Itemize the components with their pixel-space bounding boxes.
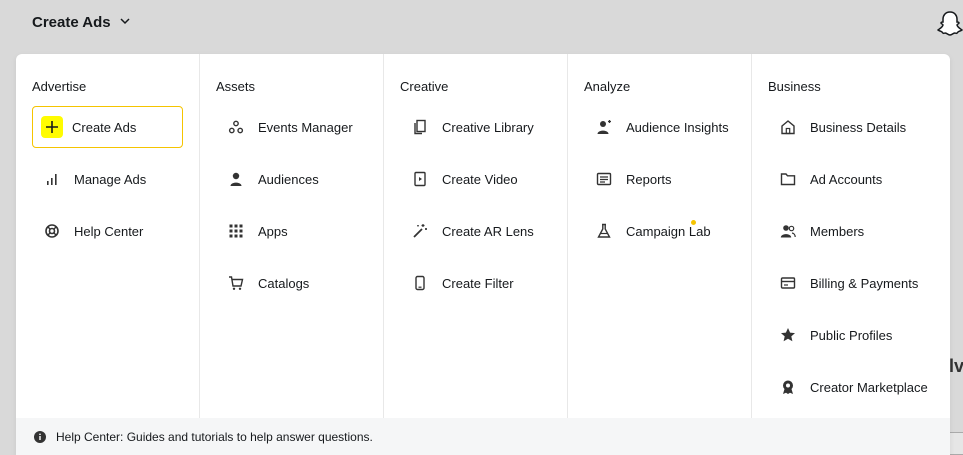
menu-item-campaign-lab[interactable]: Campaign Lab (584, 210, 735, 252)
person-icon (227, 170, 245, 188)
background-control-fragment (949, 432, 963, 455)
home-icon (779, 118, 797, 136)
menu-item-label: Audience Insights (626, 119, 729, 135)
menu-item-label: Apps (258, 223, 288, 239)
bar-chart-icon (43, 170, 61, 188)
info-icon (34, 430, 46, 443)
column-business: Business Business Details Ad Accounts Me… (752, 54, 950, 418)
menu-item-creative-library[interactable]: Creative Library (400, 106, 551, 148)
person-sparkle-icon (595, 118, 613, 136)
card-icon (779, 274, 797, 292)
menu-item-business-details[interactable]: Business Details (768, 106, 934, 148)
menu-item-create-filter[interactable]: Create Filter (400, 262, 551, 304)
top-bar: Create Ads (0, 0, 963, 48)
create-ads-menu-panel: Advertise Create Ads Manage Ads Help Cen… (16, 54, 950, 455)
app-title: Create Ads (32, 14, 111, 31)
menu-item-label: Business Details (810, 119, 907, 135)
menu-item-label: Audiences (258, 171, 319, 187)
menu-item-ad-accounts[interactable]: Ad Accounts (768, 158, 934, 200)
award-icon (779, 378, 797, 396)
menu-item-label: Create Filter (442, 275, 514, 291)
menu-item-label: Public Profiles (810, 327, 893, 343)
column-heading: Business (768, 79, 821, 94)
menu-item-help-center[interactable]: Help Center (32, 210, 183, 252)
menu-item-label: Catalogs (258, 275, 310, 291)
column-creative: Creative Creative Library Create Video C… (384, 54, 568, 418)
column-heading: Advertise (32, 79, 87, 94)
menu-item-label: Help Center (74, 223, 144, 239)
plus-icon (41, 116, 63, 138)
menu-footer-hint: Help Center: Guides and tutorials to hel… (16, 418, 950, 455)
nodes-icon (227, 118, 245, 136)
star-icon (779, 326, 797, 344)
stack-icon (411, 118, 429, 136)
menu-item-label: Members (810, 223, 865, 239)
menu-item-reports[interactable]: Reports (584, 158, 735, 200)
new-indicator-dot (691, 220, 696, 225)
menu-item-public-profiles[interactable]: Public Profiles (768, 314, 934, 356)
app-switcher-button[interactable]: Create Ads (32, 14, 131, 31)
menu-item-members[interactable]: Members (768, 210, 934, 252)
chevron-down-icon (119, 14, 131, 31)
menu-item-audiences[interactable]: Audiences (216, 158, 367, 200)
menu-item-manage-ads[interactable]: Manage Ads (32, 158, 183, 200)
menu-item-label: Ad Accounts (810, 171, 883, 187)
lifebuoy-icon (43, 222, 61, 240)
members-icon (779, 222, 797, 240)
menu-item-catalogs[interactable]: Catalogs (216, 262, 367, 304)
snapchat-ghost-icon[interactable] (936, 10, 963, 36)
phone-icon (411, 274, 429, 292)
column-heading: Assets (216, 79, 256, 94)
column-heading: Analyze (584, 79, 631, 94)
menu-item-label: Creator Marketplace (810, 379, 928, 395)
menu-item-label: Create AR Lens (442, 223, 534, 239)
menu-item-events-manager[interactable]: Events Manager (216, 106, 367, 148)
menu-item-label: Creative Library (442, 119, 534, 135)
flask-icon (595, 222, 613, 240)
menu-item-label: Create Ads (72, 119, 137, 135)
cart-icon (227, 274, 245, 292)
menu-item-label: Create Video (442, 171, 518, 187)
video-icon (411, 170, 429, 188)
column-analyze: Analyze Audience Insights Reports Campai… (568, 54, 752, 418)
menu-item-create-video[interactable]: Create Video (400, 158, 551, 200)
menu-item-label: Reports (626, 171, 672, 187)
menu-item-billing-payments[interactable]: Billing & Payments (768, 262, 934, 304)
menu-item-label: Manage Ads (74, 171, 147, 187)
folder-icon (779, 170, 797, 188)
menu-item-label: Events Manager (258, 119, 353, 135)
column-heading: Creative (400, 79, 449, 94)
menu-item-create-ar-lens[interactable]: Create AR Lens (400, 210, 551, 252)
column-advertise: Advertise Create Ads Manage Ads Help Cen… (16, 54, 200, 418)
menu-item-audience-insights[interactable]: Audience Insights (584, 106, 735, 148)
menu-item-creator-marketplace[interactable]: Creator Marketplace (768, 366, 934, 408)
footer-text: Help Center: Guides and tutorials to hel… (56, 429, 373, 444)
grid-icon (227, 222, 245, 240)
menu-item-label: Campaign Lab (626, 223, 711, 239)
background-text-fragment: lv (949, 356, 963, 376)
magic-wand-icon (411, 222, 429, 240)
menu-item-label: Billing & Payments (810, 275, 919, 291)
menu-item-create-ads[interactable]: Create Ads (32, 106, 183, 148)
menu-item-apps[interactable]: Apps (216, 210, 367, 252)
column-assets: Assets Events Manager Audiences Apps Cat… (200, 54, 384, 418)
report-icon (595, 170, 613, 188)
